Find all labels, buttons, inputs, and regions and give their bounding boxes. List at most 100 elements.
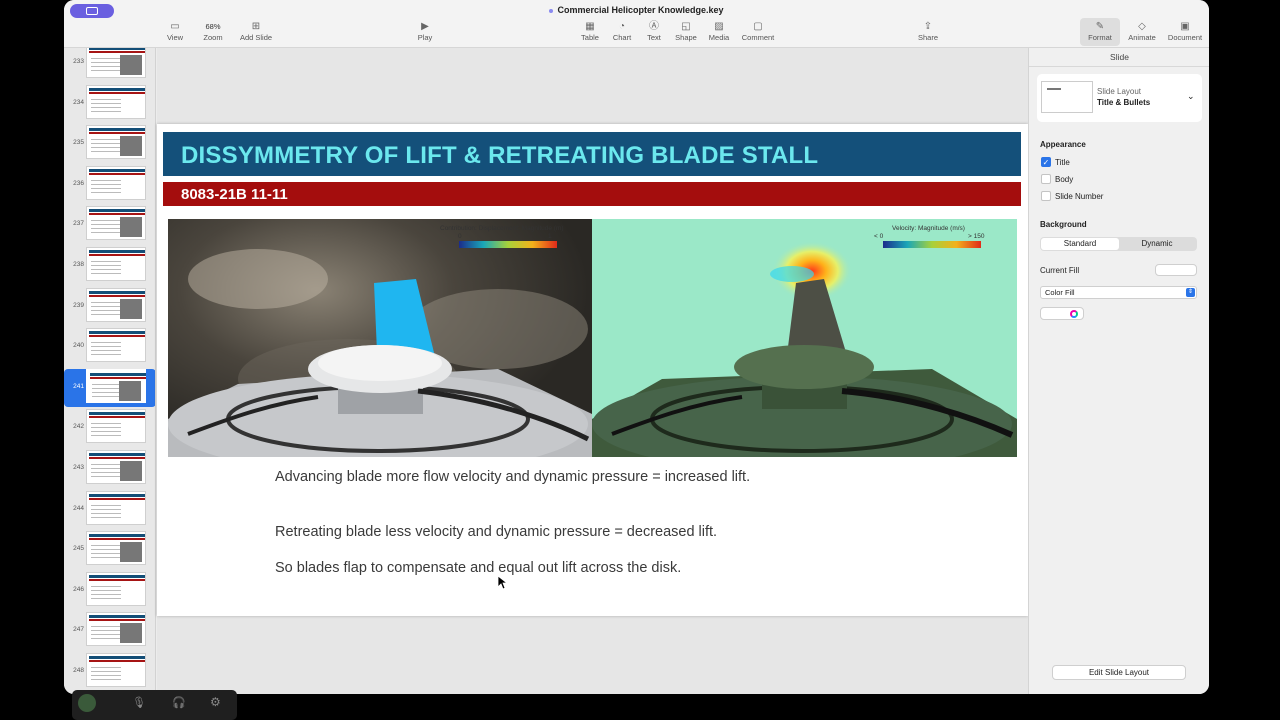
- right-legend-min: < 0: [874, 233, 884, 240]
- left-legend-max: 1: [548, 233, 552, 240]
- slide-thumbnail-row[interactable]: 248: [64, 653, 155, 691]
- fill-type-select[interactable]: Color Fill ⇕: [1040, 286, 1197, 299]
- current-fill-swatch[interactable]: [1155, 264, 1197, 276]
- slide-thumbnail-row[interactable]: 243: [64, 450, 155, 488]
- slide-navigator: 233 234 235 236 237 238 239 240 241 242 243 244 245 2…: [64, 48, 156, 694]
- slide-thumbnail[interactable]: [86, 125, 146, 160]
- chevron-updown-icon: ⇕: [1186, 288, 1195, 297]
- view-button[interactable]: ▭ View: [164, 20, 186, 42]
- slide-thumbnail-row[interactable]: 240: [64, 328, 155, 366]
- add-slide-button[interactable]: ⊞ Add Slide: [236, 20, 276, 42]
- slide-thumbnail-row[interactable]: 246: [64, 571, 155, 610]
- slide-thumbnail[interactable]: [86, 328, 146, 363]
- slide-thumbnail-row[interactable]: 235: [64, 125, 155, 163]
- dynamic-segment[interactable]: Dynamic: [1118, 238, 1196, 250]
- slide-thumbnail-row[interactable]: 239: [64, 287, 155, 326]
- slide-thumbnail[interactable]: [86, 287, 146, 322]
- slide-thumbnail[interactable]: [86, 531, 146, 566]
- slide-thumbnail[interactable]: [86, 165, 146, 200]
- standard-segment[interactable]: Standard: [1041, 238, 1119, 250]
- meeting-controls-bar: 🎙 🎧 ⚙: [72, 690, 237, 720]
- media-button[interactable]: ▨ Media: [706, 20, 732, 42]
- color-wheel-icon: [1070, 310, 1078, 318]
- slide-number: 243: [73, 464, 84, 471]
- shape-button[interactable]: ◱ Shape: [672, 20, 700, 42]
- format-inspector: Slide Slide Layout Title & Bullets ⌄ App…: [1028, 48, 1209, 694]
- microphone-icon[interactable]: 🎙: [132, 696, 146, 709]
- bullet-text[interactable]: Retreating blade less velocity and dynam…: [275, 524, 717, 540]
- slide-subtitle[interactable]: 8083-21B 11-11: [181, 186, 288, 203]
- bullet-text[interactable]: So blades flap to compensate and equal o…: [275, 560, 681, 576]
- body-checkbox[interactable]: [1041, 174, 1051, 184]
- format-label: Format: [1088, 33, 1112, 42]
- slide[interactable]: DISSYMMETRY OF LIFT & RETREATING BLADE S…: [157, 124, 1028, 616]
- divider: [1029, 66, 1209, 67]
- slide-thumbnail[interactable]: [86, 48, 146, 78]
- slide-thumbnail-row[interactable]: 241: [64, 368, 155, 407]
- background-heading: Background: [1040, 220, 1087, 229]
- slide-thumbnail[interactable]: [86, 368, 146, 403]
- bullet-text[interactable]: Advancing blade more flow velocity and d…: [275, 469, 750, 485]
- slide-thumbnail[interactable]: [86, 84, 146, 119]
- slide-thumbnail-row[interactable]: 242: [64, 409, 155, 447]
- document-title: Commercial Helicopter Knowledge.key: [557, 5, 724, 15]
- slide-thumbnail[interactable]: [86, 490, 146, 525]
- shape-icon: ◱: [681, 21, 691, 32]
- slide-thumbnail[interactable]: [86, 450, 146, 484]
- mouse-cursor: [498, 576, 508, 590]
- sidebar-icon: ▭: [170, 21, 180, 32]
- inspector-header: Slide: [1110, 52, 1129, 62]
- rotor-displacement-image[interactable]: Contribution: Displacement: Magnitude (m…: [168, 219, 592, 457]
- animate-button[interactable]: ◇ Animate: [1125, 20, 1159, 42]
- slide-thumbnail[interactable]: [86, 653, 146, 687]
- slide-title[interactable]: DISSYMMETRY OF LIFT & RETREATING BLADE S…: [181, 142, 818, 170]
- text-button[interactable]: Ⓐ Text: [642, 20, 666, 42]
- chart-icon: ◔: [618, 21, 626, 32]
- keynote-window: Commercial Helicopter Knowledge.key ▭ Vi…: [64, 0, 1209, 694]
- share-label: Share: [917, 33, 938, 42]
- avatar[interactable]: [78, 694, 96, 712]
- current-fill-label: Current Fill: [1040, 266, 1080, 275]
- media-label: Media: [708, 33, 730, 42]
- slide-number: 234: [73, 98, 84, 106]
- headphones-icon[interactable]: 🎧: [172, 696, 186, 709]
- slide-layout-picker[interactable]: Slide Layout Title & Bullets ⌄: [1037, 74, 1202, 122]
- slide-thumbnail-row[interactable]: 238: [64, 247, 155, 285]
- slide-thumbnail-row[interactable]: 244: [64, 490, 155, 529]
- slide-thumbnail-row[interactable]: 237: [64, 206, 155, 244]
- color-well[interactable]: [1040, 307, 1084, 320]
- slide-thumbnail-row[interactable]: 247: [64, 612, 155, 650]
- rotor-velocity-image[interactable]: Velocity: Magnitude (m/s) < 0 > 150: [592, 219, 1017, 457]
- edit-slide-layout-button[interactable]: Edit Slide Layout: [1052, 665, 1186, 680]
- format-button[interactable]: ✎ Format: [1080, 18, 1120, 46]
- document-icon: ▣: [1180, 21, 1190, 32]
- slide-thumbnail-row[interactable]: 236: [64, 165, 155, 204]
- slide-number: 244: [73, 504, 84, 512]
- gear-icon[interactable]: ⚙: [210, 695, 221, 709]
- slide-number: 238: [73, 261, 84, 268]
- chart-button[interactable]: ◔ Chart: [610, 20, 634, 42]
- slide-thumbnail-row[interactable]: 233: [64, 48, 155, 82]
- document-button[interactable]: ▣ Document: [1164, 20, 1206, 42]
- comment-button[interactable]: ▢ Comment: [738, 20, 778, 42]
- slide-number-checkbox[interactable]: [1041, 191, 1051, 201]
- slide-thumbnail[interactable]: [86, 571, 146, 606]
- slide-thumbnail[interactable]: [86, 247, 146, 281]
- slide-number: 241: [73, 382, 84, 390]
- slide-thumbnail[interactable]: [86, 612, 146, 647]
- zoom-button[interactable]: 68% Zoom: [199, 20, 227, 42]
- play-button[interactable]: ▶ Play: [412, 20, 438, 42]
- slide-thumbnail[interactable]: [86, 409, 146, 444]
- slide-canvas[interactable]: DISSYMMETRY OF LIFT & RETREATING BLADE S…: [157, 48, 1028, 694]
- table-button[interactable]: ▦ Table: [578, 20, 602, 42]
- fill-type-value: Color Fill: [1045, 288, 1075, 297]
- text-label: Text: [647, 33, 661, 42]
- slide-thumbnail-row[interactable]: 234: [64, 84, 155, 123]
- slide-thumbnail[interactable]: [86, 206, 146, 241]
- share-button[interactable]: ⇪ Share: [916, 20, 940, 42]
- add-slide-icon: ⊞: [251, 21, 261, 32]
- shape-label: Shape: [675, 33, 697, 42]
- slide-number: 246: [73, 585, 84, 593]
- title-checkbox[interactable]: ✓: [1041, 157, 1051, 167]
- slide-thumbnail-row[interactable]: 245: [64, 531, 155, 569]
